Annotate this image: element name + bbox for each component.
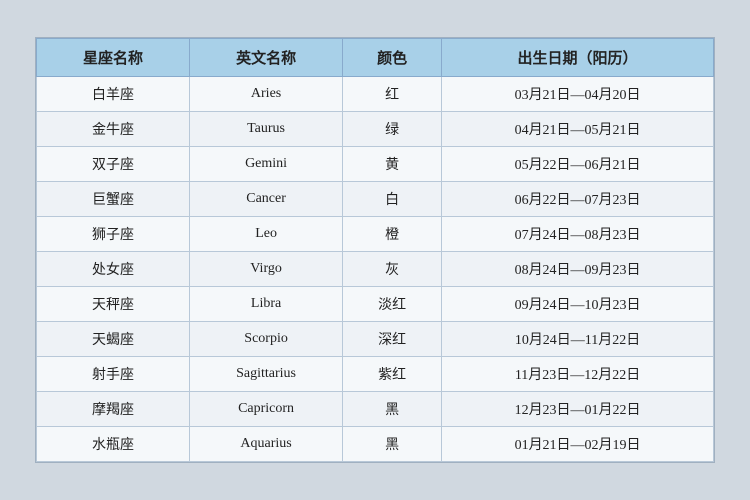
col-header-date: 出生日期（阳历） [442, 39, 714, 77]
cell-en: Libra [190, 287, 343, 322]
cell-zh: 白羊座 [37, 77, 190, 112]
table-header-row: 星座名称 英文名称 颜色 出生日期（阳历） [37, 39, 714, 77]
cell-date: 09月24日—10月23日 [442, 287, 714, 322]
cell-en: Scorpio [190, 322, 343, 357]
cell-date: 10月24日—11月22日 [442, 322, 714, 357]
cell-zh: 狮子座 [37, 217, 190, 252]
table-row: 摩羯座Capricorn黑12月23日—01月22日 [37, 392, 714, 427]
cell-date: 08月24日—09月23日 [442, 252, 714, 287]
table-row: 处女座Virgo灰08月24日—09月23日 [37, 252, 714, 287]
table-row: 白羊座Aries红03月21日—04月20日 [37, 77, 714, 112]
cell-zh: 巨蟹座 [37, 182, 190, 217]
table-row: 天秤座Libra淡红09月24日—10月23日 [37, 287, 714, 322]
cell-color: 深红 [343, 322, 442, 357]
cell-date: 04月21日—05月21日 [442, 112, 714, 147]
cell-en: Gemini [190, 147, 343, 182]
cell-color: 黑 [343, 392, 442, 427]
cell-zh: 双子座 [37, 147, 190, 182]
cell-date: 05月22日—06月21日 [442, 147, 714, 182]
cell-color: 淡红 [343, 287, 442, 322]
cell-date: 03月21日—04月20日 [442, 77, 714, 112]
cell-zh: 处女座 [37, 252, 190, 287]
col-header-en: 英文名称 [190, 39, 343, 77]
cell-date: 07月24日—08月23日 [442, 217, 714, 252]
cell-color: 黑 [343, 427, 442, 462]
cell-color: 橙 [343, 217, 442, 252]
cell-date: 11月23日—12月22日 [442, 357, 714, 392]
cell-color: 白 [343, 182, 442, 217]
table-row: 天蝎座Scorpio深红10月24日—11月22日 [37, 322, 714, 357]
cell-date: 12月23日—01月22日 [442, 392, 714, 427]
cell-color: 绿 [343, 112, 442, 147]
cell-color: 紫红 [343, 357, 442, 392]
cell-en: Aquarius [190, 427, 343, 462]
table-body: 白羊座Aries红03月21日—04月20日金牛座Taurus绿04月21日—0… [37, 77, 714, 462]
col-header-zh: 星座名称 [37, 39, 190, 77]
cell-en: Cancer [190, 182, 343, 217]
zodiac-table: 星座名称 英文名称 颜色 出生日期（阳历） 白羊座Aries红03月21日—04… [36, 38, 714, 462]
cell-date: 06月22日—07月23日 [442, 182, 714, 217]
cell-zh: 摩羯座 [37, 392, 190, 427]
table-row: 金牛座Taurus绿04月21日—05月21日 [37, 112, 714, 147]
cell-zh: 天蝎座 [37, 322, 190, 357]
cell-en: Aries [190, 77, 343, 112]
cell-en: Leo [190, 217, 343, 252]
col-header-color: 颜色 [343, 39, 442, 77]
cell-en: Virgo [190, 252, 343, 287]
cell-zh: 射手座 [37, 357, 190, 392]
table-row: 射手座Sagittarius紫红11月23日—12月22日 [37, 357, 714, 392]
cell-zh: 金牛座 [37, 112, 190, 147]
cell-color: 黄 [343, 147, 442, 182]
table-row: 双子座Gemini黄05月22日—06月21日 [37, 147, 714, 182]
cell-date: 01月21日—02月19日 [442, 427, 714, 462]
cell-en: Taurus [190, 112, 343, 147]
cell-zh: 水瓶座 [37, 427, 190, 462]
table-row: 狮子座Leo橙07月24日—08月23日 [37, 217, 714, 252]
cell-zh: 天秤座 [37, 287, 190, 322]
cell-en: Capricorn [190, 392, 343, 427]
cell-en: Sagittarius [190, 357, 343, 392]
table-row: 水瓶座Aquarius黑01月21日—02月19日 [37, 427, 714, 462]
cell-color: 灰 [343, 252, 442, 287]
zodiac-table-container: 星座名称 英文名称 颜色 出生日期（阳历） 白羊座Aries红03月21日—04… [35, 37, 715, 463]
table-row: 巨蟹座Cancer白06月22日—07月23日 [37, 182, 714, 217]
cell-color: 红 [343, 77, 442, 112]
